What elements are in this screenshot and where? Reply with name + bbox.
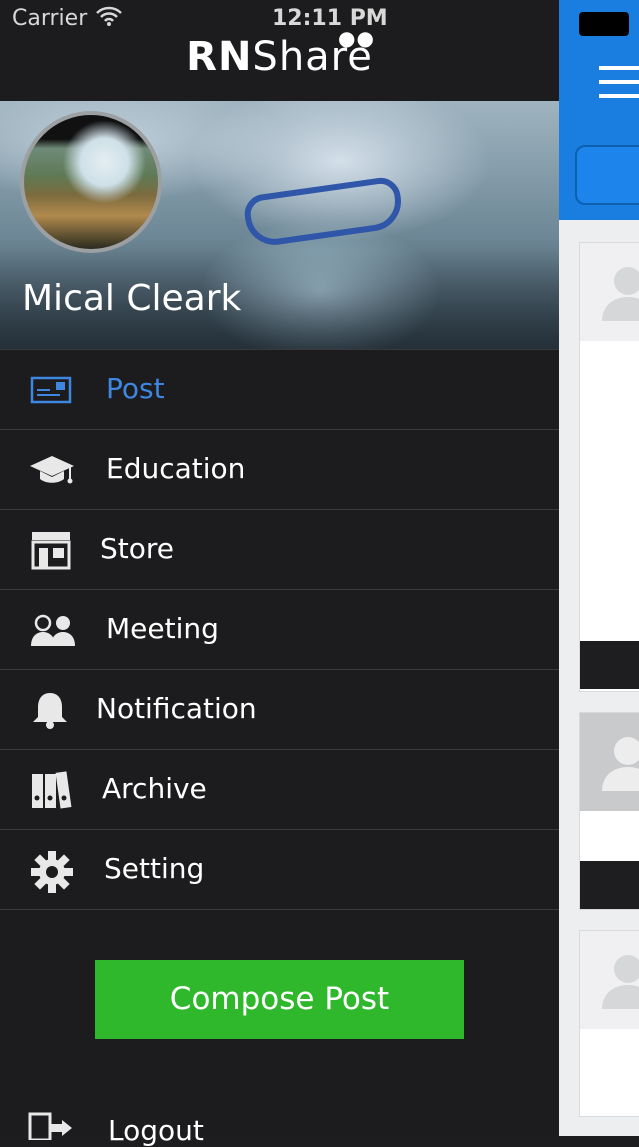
menu-item-setting[interactable]: Setting [0, 829, 559, 910]
search-field[interactable] [575, 145, 639, 205]
menu-label-meeting: Meeting [106, 612, 219, 645]
menu-label-archive: Archive [102, 772, 207, 805]
wifi-icon [96, 6, 122, 32]
user-placeholder-icon [602, 737, 639, 791]
status-time: 12:11 PM [272, 6, 388, 31]
logout-label: Logout [108, 1114, 204, 1147]
user-placeholder-icon [602, 955, 639, 1009]
menu-label-store: Store [100, 532, 175, 565]
app-logo: RNShare ●● [0, 26, 559, 80]
logo-bold-text: RN [186, 34, 253, 80]
post-icon [30, 370, 72, 408]
menu-item-archive[interactable]: Archive [0, 749, 559, 829]
menu-item-notification[interactable]: Notification [0, 669, 559, 749]
menu-label-notification: Notification [96, 692, 257, 725]
menu-label-post: Post [106, 372, 165, 405]
feed-card[interactable] [579, 930, 639, 1117]
graduation-cap-icon [30, 450, 74, 488]
battery-icon [579, 12, 629, 36]
main-content-peek[interactable] [559, 0, 639, 1136]
status-bar: Carrier 12:11 PM [0, 0, 560, 40]
drawer-menu: Post Education Store Meeting Notificatio… [0, 349, 559, 910]
archive-icon [30, 770, 72, 809]
menu-item-education[interactable]: Education [0, 429, 559, 509]
bell-icon [30, 690, 72, 729]
feed-card[interactable] [579, 242, 639, 692]
logout-item[interactable]: Logout [0, 1100, 559, 1147]
feed-card[interactable] [579, 712, 639, 910]
menu-item-post[interactable]: Post [0, 349, 559, 429]
compose-post-button[interactable]: Compose Post [95, 960, 464, 1039]
hamburger-menu-icon[interactable] [599, 66, 639, 102]
meeting-icon [30, 610, 75, 648]
profile-name: Mical Cleark [22, 278, 242, 319]
avatar[interactable] [20, 111, 162, 253]
side-drawer: Mical Cleark RNShare ●● Post Education S… [0, 0, 560, 1147]
menu-item-store[interactable]: Store [0, 509, 559, 589]
store-icon [30, 530, 72, 570]
main-header [559, 0, 639, 220]
menu-label-setting: Setting [104, 852, 205, 885]
menu-item-meeting[interactable]: Meeting [0, 589, 559, 669]
menu-label-education: Education [106, 452, 246, 485]
user-placeholder-icon [602, 267, 639, 321]
gear-icon [30, 850, 73, 893]
carrier-label: Carrier [12, 6, 88, 31]
